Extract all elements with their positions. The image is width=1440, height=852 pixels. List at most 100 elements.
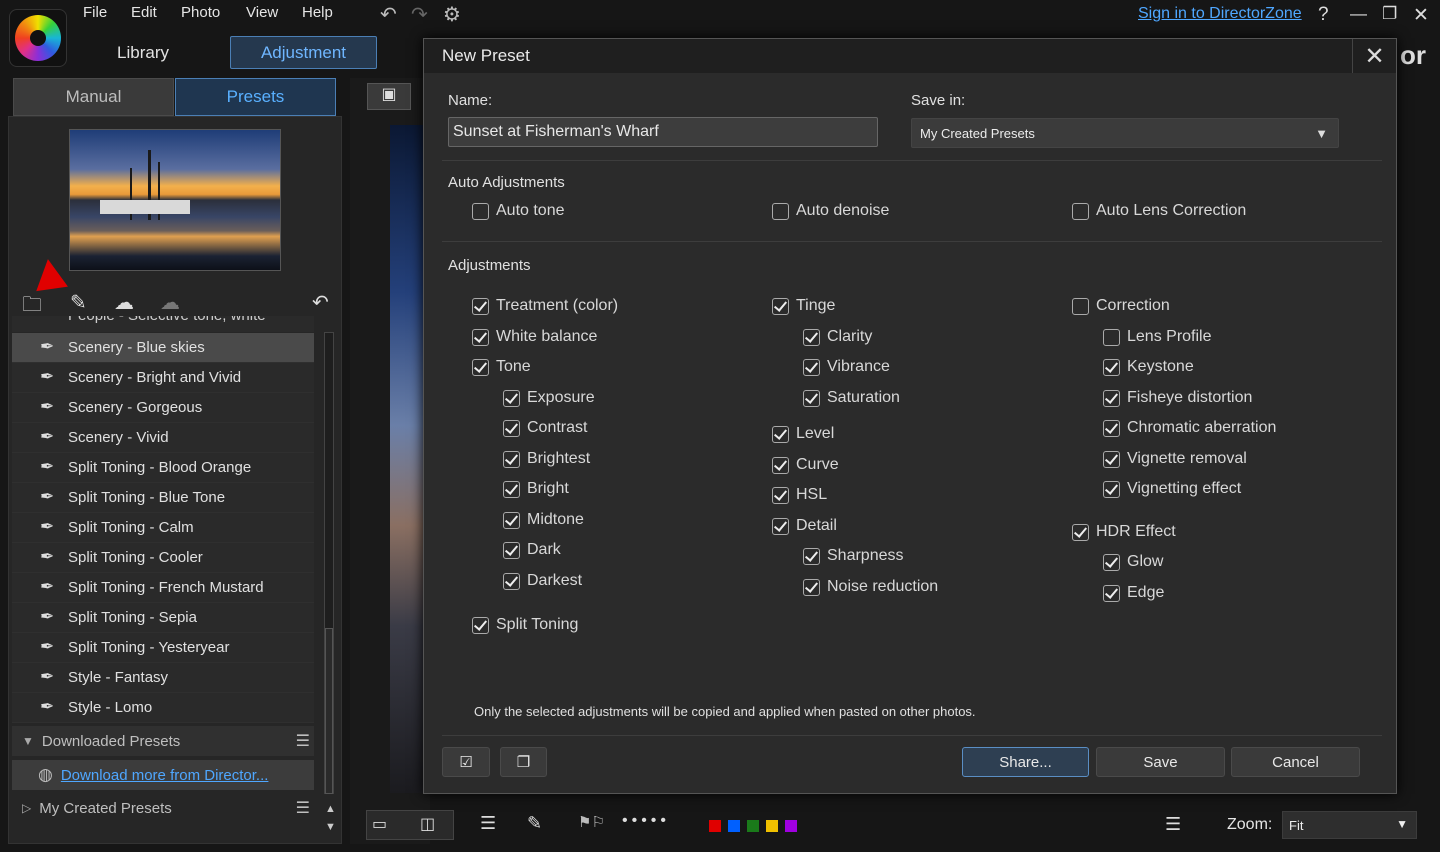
menu-photo[interactable]: Photo — [181, 4, 220, 24]
panel-menu-icon[interactable]: ☰ — [1165, 814, 1181, 835]
correction-checkbox[interactable]: Correction — [1072, 297, 1170, 315]
detail-checkbox[interactable]: Detail — [772, 517, 837, 535]
menu-file[interactable]: File — [83, 4, 107, 24]
list-item[interactable]: ✒ Split Toning - Calm — [12, 513, 314, 543]
list-item[interactable]: ✒ Split Toning - Blood Orange — [12, 453, 314, 483]
color-label-purple[interactable] — [785, 820, 797, 832]
color-label-green[interactable] — [747, 820, 759, 832]
sign-in-link[interactable]: Sign in to DirectorZone — [1138, 5, 1302, 23]
list-item[interactable]: ✒ Scenery - Bright and Vivid — [12, 363, 314, 393]
section-menu-icon[interactable]: ☰ — [296, 731, 310, 751]
download-more-row[interactable]: ◍ Download more from Director... — [12, 760, 314, 790]
flag-icon[interactable]: ⚑⚐ — [578, 813, 605, 831]
auto-tone-checkbox[interactable]: Auto tone — [472, 202, 565, 220]
edge-checkbox[interactable]: Edge — [1103, 584, 1164, 602]
share-button[interactable]: Share... — [962, 747, 1089, 777]
list-item[interactable]: ✒ Style - Fantasy — [12, 663, 314, 693]
list-item[interactable]: ✒ Style - Lomo — [12, 693, 314, 723]
settings-gear-icon[interactable]: ⚙ — [443, 2, 461, 27]
tone-checkbox[interactable]: Tone — [472, 358, 531, 376]
edit-tag-icon[interactable]: ✎ — [527, 813, 542, 834]
scrollbar-thumb[interactable] — [325, 628, 333, 794]
tab-presets[interactable]: Presets — [175, 78, 336, 116]
noise-reduction-checkbox[interactable]: Noise reduction — [803, 578, 938, 596]
compare-view-icon[interactable]: ◫ — [420, 814, 435, 834]
list-item[interactable]: ✒ Split Toning - Cooler — [12, 543, 314, 573]
curve-checkbox[interactable]: Curve — [772, 456, 839, 474]
auto-lens-correction-checkbox[interactable]: Auto Lens Correction — [1072, 202, 1246, 220]
deselect-all-icon[interactable]: ❐ — [500, 747, 547, 777]
scroll-up-icon[interactable]: ▲ — [325, 803, 336, 815]
lens-profile-checkbox[interactable]: Lens Profile — [1103, 328, 1212, 346]
close-window-icon[interactable]: ✕ — [1413, 4, 1429, 27]
keystone-checkbox[interactable]: Keystone — [1103, 358, 1194, 376]
close-icon[interactable]: ✕ — [1352, 39, 1396, 73]
clarity-checkbox[interactable]: Clarity — [803, 328, 872, 346]
share-preset-icon[interactable]: ☁ — [160, 290, 180, 315]
sort-icon[interactable]: ☰ — [480, 813, 496, 834]
minimize-icon[interactable]: — — [1350, 4, 1367, 24]
list-item[interactable]: ✒ Scenery - Blue skies — [12, 333, 314, 363]
zoom-select[interactable]: Fit ▼ — [1282, 811, 1417, 839]
my-created-presets-section[interactable]: ▷ My Created Presets ☰ — [12, 793, 314, 823]
preset-name-input[interactable]: Sunset at Fisherman's Wharf — [448, 117, 878, 147]
cancel-button[interactable]: Cancel — [1231, 747, 1360, 777]
save-in-select[interactable]: My Created Presets ▼ — [911, 118, 1339, 148]
download-more-link[interactable]: Download more from Director... — [61, 767, 269, 784]
list-item[interactable]: ✒ Scenery - Vivid — [12, 423, 314, 453]
single-view-icon[interactable]: ▭ — [372, 814, 387, 834]
app-logo[interactable] — [9, 9, 67, 67]
white-balance-checkbox[interactable]: White balance — [472, 328, 597, 346]
undo-icon[interactable]: ↶ — [380, 2, 397, 27]
exposure-checkbox[interactable]: Exposure — [503, 389, 595, 407]
new-preset-icon[interactable]: ✎ — [70, 290, 87, 315]
restore-icon[interactable]: ❐ — [1382, 4, 1397, 24]
darkest-checkbox[interactable]: Darkest — [503, 572, 582, 590]
level-checkbox[interactable]: Level — [772, 425, 834, 443]
tab-manual[interactable]: Manual — [13, 78, 174, 116]
import-preset-icon[interactable]: ☁ — [114, 290, 134, 315]
color-label-yellow[interactable] — [766, 820, 778, 832]
hsl-checkbox[interactable]: HSL — [772, 486, 827, 504]
section-menu-icon[interactable]: ☰ — [296, 798, 310, 818]
glow-checkbox[interactable]: Glow — [1103, 553, 1163, 571]
help-icon[interactable]: ? — [1318, 4, 1329, 26]
chromatic-aberration-checkbox[interactable]: Chromatic aberration — [1103, 419, 1276, 437]
auto-denoise-checkbox[interactable]: Auto denoise — [772, 202, 889, 220]
split-toning-checkbox[interactable]: Split Toning — [472, 616, 578, 634]
select-all-icon[interactable]: ☑ — [442, 747, 490, 777]
reset-icon[interactable]: ↶ — [312, 290, 329, 315]
downloaded-presets-section[interactable]: ▼ Downloaded Presets ☰ — [12, 726, 314, 756]
dark-checkbox[interactable]: Dark — [503, 541, 561, 559]
library-tab[interactable]: Library — [98, 36, 188, 69]
fisheye-checkbox[interactable]: Fisheye distortion — [1103, 389, 1252, 407]
vibrance-checkbox[interactable]: Vibrance — [803, 358, 890, 376]
vignette-removal-checkbox[interactable]: Vignette removal — [1103, 450, 1247, 468]
hdr-effect-checkbox[interactable]: HDR Effect — [1072, 523, 1176, 541]
list-item[interactable]: ✒ Split Toning - Blue Tone — [12, 483, 314, 513]
menu-view[interactable]: View — [246, 4, 278, 24]
rating-dots[interactable]: ••••• — [622, 812, 670, 830]
saturation-checkbox[interactable]: Saturation — [803, 389, 900, 407]
menu-help[interactable]: Help — [302, 4, 333, 24]
menu-edit[interactable]: Edit — [131, 4, 157, 24]
brightest-checkbox[interactable]: Brightest — [503, 450, 590, 468]
list-item[interactable]: ✒ Split Toning - Yesteryear — [12, 633, 314, 663]
midtone-checkbox[interactable]: Midtone — [503, 511, 584, 529]
sharpness-checkbox[interactable]: Sharpness — [803, 547, 904, 565]
adjustment-tab[interactable]: Adjustment — [230, 36, 377, 69]
contrast-checkbox[interactable]: Contrast — [503, 419, 587, 437]
color-label-red[interactable] — [709, 820, 721, 832]
list-item[interactable]: ✒ Split Toning - Sepia — [12, 603, 314, 633]
redo-icon[interactable]: ↷ — [411, 2, 428, 27]
vignetting-effect-checkbox[interactable]: Vignetting effect — [1103, 480, 1241, 498]
list-item[interactable]: ✒ Scenery - Gorgeous — [12, 393, 314, 423]
bright-checkbox[interactable]: Bright — [503, 480, 569, 498]
save-button[interactable]: Save — [1096, 747, 1225, 777]
treatment-checkbox[interactable]: Treatment (color) — [472, 297, 618, 315]
view-mode-icon[interactable]: ▣ — [367, 83, 411, 110]
list-item[interactable]: ✒ Split Toning - French Mustard — [12, 573, 314, 603]
scroll-down-icon[interactable]: ▼ — [325, 821, 336, 833]
color-label-blue[interactable] — [728, 820, 740, 832]
tinge-checkbox[interactable]: Tinge — [772, 297, 835, 315]
